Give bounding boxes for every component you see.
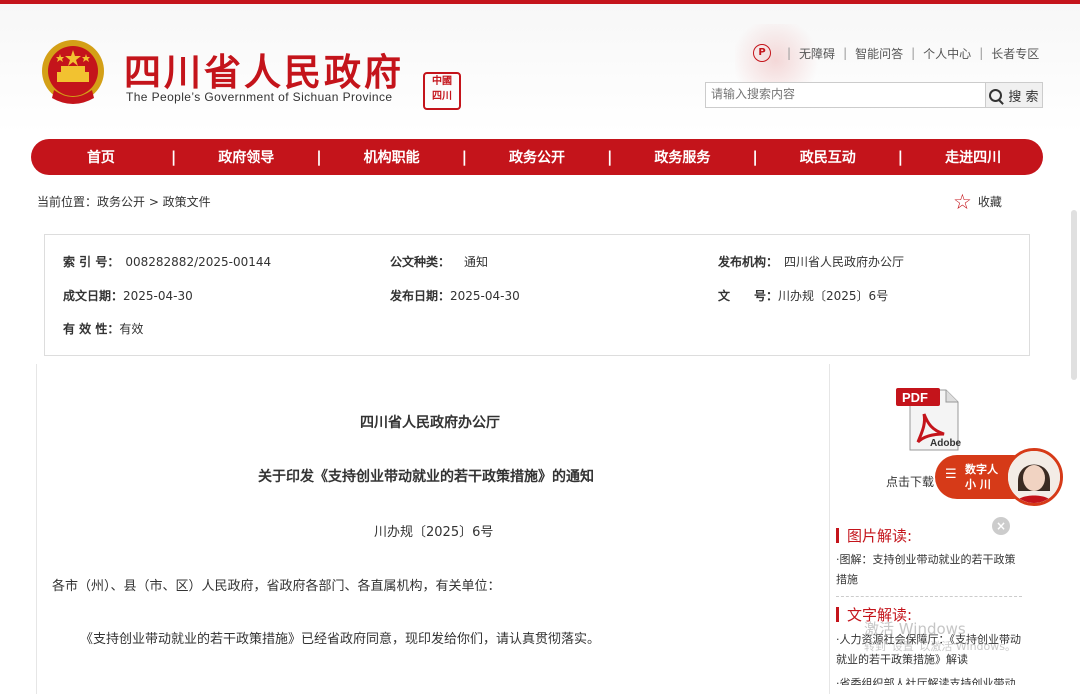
close-icon[interactable]: × [992,517,1010,535]
link-elderly-zone[interactable]: 长者专区 [991,45,1039,62]
menu-icon: ☰ [945,467,957,482]
top-links: P | 无障碍 | 智能问答 | 个人中心 | 长者专区 [753,44,1039,62]
link-accessibility[interactable]: 无障碍 [799,45,835,62]
link-personal-center[interactable]: 个人中心 [923,45,971,62]
digital-human-widget[interactable]: ☰ 数字人 小 川 [935,448,1065,508]
image-interpretation-heading: 图片解读: [836,525,912,546]
nav-home[interactable]: 首页 [31,147,171,167]
image-interpretation-link[interactable]: ·图解：支持创业带动就业的若干政策措施 [836,550,1026,590]
search-input[interactable] [706,83,992,105]
nav-interaction[interactable]: 政民互动 [758,147,898,167]
parental-service-icon[interactable]: P [753,44,771,62]
search-box: 搜 索 [705,82,1043,108]
info-issuer: 发布机构： 四川省人民政府办公厅 [718,255,905,269]
favorite-label: 收藏 [977,195,1002,209]
site-subtitle: The People’s Government of Sichuan Provi… [126,90,393,104]
national-emblem-icon[interactable] [40,38,106,110]
info-validity: 有 效 性：有效 [63,322,144,336]
main-nav: 首页 | 政府领导 | 机构职能 | 政务公开 | 政务服务 | 政民互动 | … [31,139,1043,175]
info-doc-number: 文 号：川办规〔2025〕6号 [718,289,889,303]
download-link[interactable]: 点击下载 [886,473,934,490]
info-created-date: 成文日期：2025-04-30 [63,289,193,303]
info-type: 公文种类： 通知 [390,255,489,269]
avatar-icon [1008,451,1060,503]
site-title[interactable]: 四川省人民政府 [124,42,404,96]
document-paragraph-recipients: 各市（州）、县（市、区）人民政府，省政府各部门、各直属机构，有关单位： [52,579,501,594]
search-button[interactable]: 搜 索 [985,83,1042,107]
windows-activation-hint: 转到“设置”以激活 Windows。 [864,640,1016,653]
china-sichuan-seal-logo: 中國 四川 [423,72,461,110]
windows-activation-watermark: 激活 Windows [864,620,966,638]
search-button-label: 搜 索 [1008,89,1039,105]
info-published-date: 发布日期：2025-04-30 [390,289,520,303]
document-number: 川办规〔2025〕6号 [374,525,494,540]
nav-about-sichuan[interactable]: 走进四川 [903,147,1043,167]
link-smart-qa[interactable]: 智能问答 [855,45,903,62]
breadcrumb[interactable]: 当前位置：政务公开 > 政策文件 [37,193,211,210]
text-interpretation-link-2[interactable]: ·省委组织部人社厅解读支持创业带动就业... [836,675,1022,685]
info-index: 索 引 号： 008282882/2025-00144 [63,255,272,269]
digital-human-avatar[interactable] [1005,448,1063,506]
search-icon [989,88,1003,102]
divider [836,596,1022,597]
pdf-download-icon[interactable]: PDF Adobe [896,384,962,454]
nav-gov-services[interactable]: 政务服务 [612,147,752,167]
favorite-button[interactable]: ☆ 收藏 [953,189,1002,214]
document-title: 关于印发《支持创业带动就业的若干政策措施》的通知 [258,469,594,485]
nav-leadership[interactable]: 政府领导 [176,147,316,167]
nav-gov-affairs[interactable]: 政务公开 [467,147,607,167]
nav-institutions[interactable]: 机构职能 [322,147,462,167]
svg-text:PDF: PDF [902,390,928,405]
document-issuer: 四川省人民政府办公厅 [360,415,500,431]
document-paragraph-body: 《支持创业带动就业的若干政策措施》已经省政府同意，现印发给你们，请认真贯彻落实。 [80,632,601,647]
star-icon: ☆ [953,189,972,214]
page-scrollbar[interactable] [1071,210,1077,380]
digital-human-label: 数字人 小 川 [965,463,998,491]
